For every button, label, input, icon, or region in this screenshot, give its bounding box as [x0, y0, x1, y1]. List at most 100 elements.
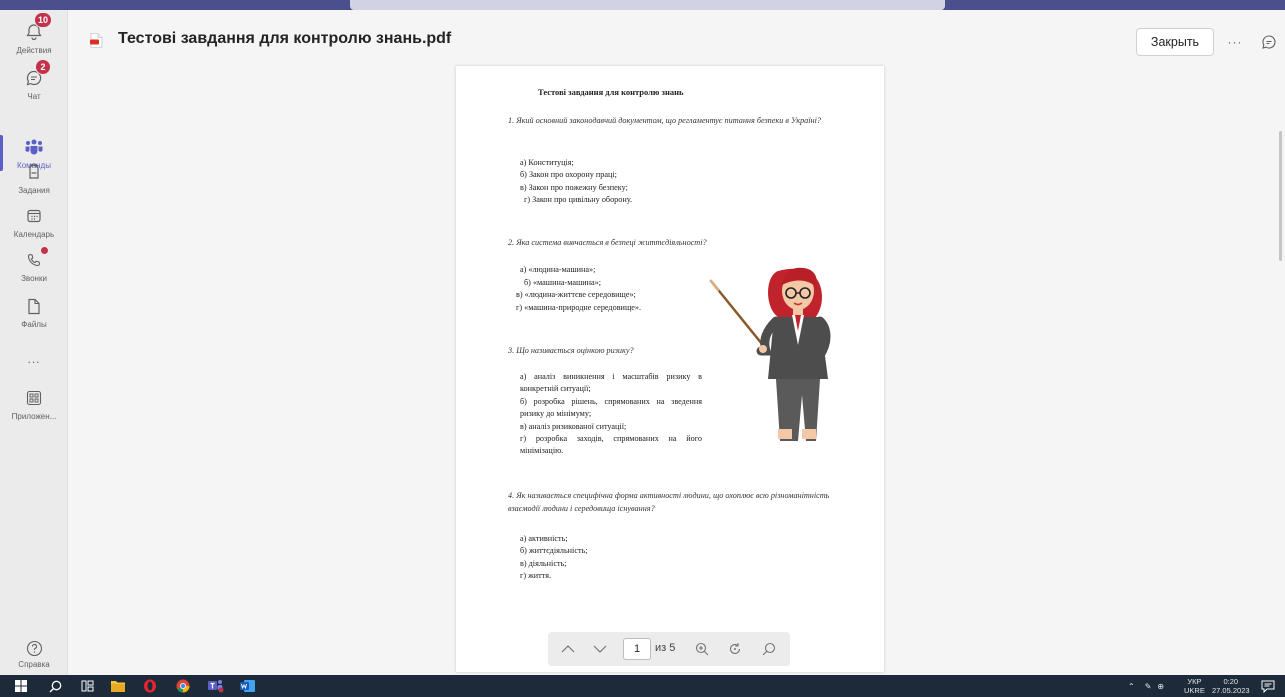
taskbar-search-button[interactable] — [47, 678, 63, 694]
answer: а) Конституція; — [520, 158, 574, 167]
notification-center-icon — [1261, 680, 1275, 693]
start-button[interactable] — [13, 678, 29, 694]
language-indicator[interactable]: УКР UKRE — [1184, 675, 1205, 697]
teacher-illustration — [709, 267, 831, 441]
clock[interactable]: 0:20 27.05.2023 — [1212, 675, 1250, 697]
search-button[interactable] — [758, 632, 780, 666]
chrome-icon — [176, 679, 190, 693]
app-rail: 10 Действия 2 Чат Команды Задания Календ… — [0, 10, 68, 675]
activity-badge: 10 — [34, 12, 53, 28]
task-view-button[interactable] — [79, 678, 95, 694]
word-button[interactable] — [239, 678, 255, 694]
question-1: 1. Який основний законодавчий документом… — [508, 116, 821, 125]
rail-more-button[interactable]: ... — [0, 348, 68, 392]
language-label: УКР — [1187, 677, 1202, 686]
answer: в) аналіз ризикованої ситуації; — [520, 422, 627, 431]
answer: г) Закон про цивільну оборону. — [524, 195, 633, 204]
chat-icon: 2 — [24, 59, 51, 88]
clock-time: 0:20 — [1223, 677, 1239, 686]
help-icon — [26, 640, 42, 657]
calendar-icon — [24, 206, 44, 226]
answer: б) життєдіяльність; — [520, 546, 588, 555]
rotate-icon — [729, 643, 741, 654]
help-label: Справка — [18, 660, 50, 669]
search-icon — [762, 642, 776, 656]
clock-date: 27.05.2023 — [1212, 686, 1250, 695]
show-hidden-icons-icon[interactable]: ⌃ — [1128, 682, 1135, 691]
bell-icon: 10 — [24, 12, 53, 42]
page-number-input[interactable]: 1 — [623, 638, 651, 660]
rail-item-label: Звонки — [21, 274, 47, 283]
word-icon — [239, 680, 255, 692]
file-viewer-header: Тестові завдання для контролю знань.pdf … — [68, 10, 1285, 66]
next-page-button[interactable] — [588, 632, 612, 666]
phone-icon — [24, 247, 48, 270]
zoom-in-button[interactable] — [691, 632, 713, 666]
help-button[interactable]: Справка — [0, 640, 68, 672]
document-heading: Тестові завдання для контролю знань — [538, 87, 684, 97]
search-icon — [49, 680, 61, 692]
pen-icon: ✎ — [1144, 681, 1152, 691]
answer: г) «машина-природне середовище». — [516, 303, 642, 312]
rail-item-assignments[interactable]: Задания — [0, 162, 68, 206]
answer: в) Закон про пожежну безпеку; — [520, 183, 628, 192]
answer: г) життя. — [520, 571, 552, 580]
file-icon — [24, 296, 44, 316]
file-explorer-button[interactable] — [110, 678, 126, 694]
folder-icon — [111, 681, 125, 692]
page-count-label: из 5 — [655, 642, 676, 654]
zoom-in-icon — [695, 642, 709, 656]
answer: а) аналіз виникнення і масштабів ризику … — [520, 372, 702, 394]
pdf-page: Тестові завдання для контролю знань 1. Я… — [456, 66, 884, 672]
previous-page-button[interactable] — [556, 632, 580, 666]
rail-item-label: Чат — [27, 92, 41, 101]
rail-item-calls[interactable]: Звонки — [0, 247, 68, 294]
rail-item-apps[interactable]: Приложен... — [0, 388, 68, 432]
system-tray-icons[interactable]: ⌃ ✎ ⊕ — [1128, 675, 1164, 697]
question-4: 4. Як називається специфічна форма актив… — [508, 491, 830, 513]
answer: а) активність; — [520, 534, 568, 543]
calls-notification-dot — [41, 247, 48, 254]
pdf-toolbar: 1 из 5 — [548, 632, 790, 666]
chat-badge: 2 — [35, 59, 51, 75]
apps-icon — [24, 388, 44, 408]
rail-item-activity[interactable]: 10 Действия — [0, 12, 68, 66]
title-bar — [0, 0, 1285, 10]
conversation-icon — [1262, 35, 1276, 49]
network-icon: ⊕ — [1157, 681, 1165, 691]
close-button[interactable]: Закрыть — [1136, 28, 1214, 56]
more-options-button[interactable]: ··· — [1223, 28, 1247, 56]
vertical-scrollbar[interactable] — [1278, 66, 1284, 676]
task-view-icon — [81, 680, 93, 692]
rail-item-chat[interactable]: 2 Чат — [0, 59, 68, 112]
answer: в) «людина-життєве середовище»; — [516, 290, 636, 299]
windows-taskbar: ⌃ ✎ ⊕ УКР UKRE 0:20 27.05.2023 — [0, 675, 1285, 697]
document-title: Тестові завдання для контролю знань.pdf — [118, 30, 452, 47]
answer: б) розробка рішень, спрямованих на зведе… — [520, 397, 702, 419]
show-conversation-button[interactable] — [1259, 32, 1279, 52]
windows-logo-icon — [15, 680, 27, 692]
scrollbar-thumb[interactable] — [1279, 131, 1282, 261]
search-bar-area[interactable] — [350, 0, 945, 10]
answer: б) Закон про охорону праці; — [520, 170, 617, 179]
rail-item-files[interactable]: Файлы — [0, 296, 68, 340]
rail-item-calendar[interactable]: Календарь — [0, 206, 68, 250]
backpack-icon — [24, 162, 44, 182]
rail-item-label: Файлы — [21, 320, 47, 329]
rail-item-label: Календарь — [13, 230, 55, 239]
chrome-button[interactable] — [175, 678, 191, 694]
chevron-up-icon — [561, 645, 575, 653]
teams-taskbar-button[interactable] — [208, 678, 224, 694]
teams-icon — [24, 137, 44, 157]
opera-button[interactable] — [142, 678, 158, 694]
opera-icon — [144, 679, 156, 693]
answer: г) розробка заходів, спрямованих на його… — [520, 434, 702, 456]
answer: а) «людина-машина»; — [520, 265, 596, 274]
notifications-button[interactable] — [1260, 678, 1276, 694]
rail-item-label: Приложен... — [11, 412, 57, 421]
rail-item-label: Задания — [18, 186, 50, 195]
chevron-down-icon — [593, 645, 607, 653]
rail-item-label: Действия — [16, 46, 52, 55]
rotate-button[interactable] — [724, 632, 746, 666]
pdf-file-icon — [90, 33, 103, 48]
